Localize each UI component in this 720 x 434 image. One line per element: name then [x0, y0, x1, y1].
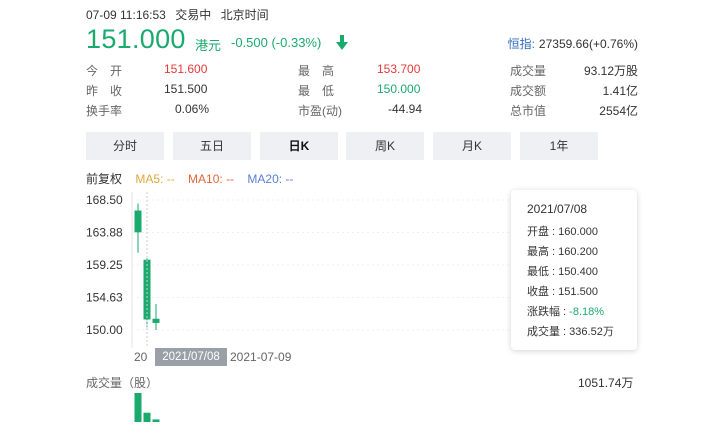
stat-row: 今 开 151.600 最 高 153.700 成交量 93.12万股: [86, 60, 638, 80]
timezone: 北京时间: [220, 8, 269, 22]
header-meta: 07-09 11:16:53 交易中 北京时间: [86, 6, 275, 23]
open-label: 今 开: [86, 64, 123, 78]
high-value: 153.700: [377, 62, 421, 76]
tooltip-change: 涨跌幅 : -8.18%: [527, 302, 621, 322]
period-tabs: 分时 五日 日K 周K 月K 1年: [86, 132, 598, 160]
volume-value: 93.12万股: [583, 64, 638, 78]
tooltip-open: 开盘 : 160.000: [527, 226, 598, 238]
turnover-rate-value: 0.06%: [175, 102, 210, 116]
tooltip-close: 收盘 : 151.500: [527, 286, 598, 298]
tooltip-date: 2021/07/08: [527, 202, 588, 216]
low-value: 150.000: [377, 82, 421, 96]
index-value: 27359.66(+0.76%): [538, 37, 638, 51]
hsi-index[interactable]: 恒指: 27359.66(+0.76%): [508, 35, 638, 52]
price-change: -0.500 (-0.33%): [231, 35, 322, 50]
open-value: 151.600: [164, 62, 208, 76]
down-arrow-icon: [336, 35, 348, 50]
turnover-value: 1.41亿: [602, 84, 638, 98]
pe-label: 市盈(动): [298, 104, 342, 118]
low-label: 最 低: [298, 84, 335, 98]
crosshair-date-label: 2021/07/08: [155, 348, 227, 366]
ma-legend: 前复权 MA5: -- MA10: -- MA20: --: [86, 170, 303, 187]
candle-body: [134, 210, 142, 233]
tooltip-volume: 成交量 : 336.52万: [527, 326, 614, 338]
y-tick-label: 168.50: [86, 193, 123, 207]
datetime: 07-09 11:16:53: [86, 8, 166, 22]
ma10-legend: MA10: --: [188, 172, 235, 186]
volume-bar: [152, 419, 160, 422]
ma5-legend: MA5: --: [135, 172, 175, 186]
volume-bar: [143, 412, 151, 422]
candle-body: [152, 318, 160, 323]
tooltip-high: 最高 : 160.200: [527, 246, 598, 258]
tab-one-year[interactable]: 1年: [520, 132, 598, 160]
turnover-label: 成交额: [510, 84, 547, 98]
prev-close-value: 151.500: [164, 82, 208, 96]
y-tick-label: 154.63: [86, 290, 123, 304]
volume-bar: [134, 393, 142, 422]
stat-row: 昨 收 151.500 最 低 150.000 成交额 1.41亿: [86, 80, 638, 100]
tab-daily-k[interactable]: 日K: [260, 132, 338, 160]
stats-grid: 今 开 151.600 最 高 153.700 成交量 93.12万股 昨 收 …: [86, 60, 638, 120]
current-price: 151.000: [86, 24, 186, 54]
stat-row: 换手率 0.06% 市盈(动) -44.94 总市值 2554亿: [86, 100, 638, 120]
pe-value: -44.94: [388, 102, 423, 116]
index-name[interactable]: 恒指:: [508, 37, 535, 51]
currency: 港元: [195, 38, 222, 53]
y-tick-label: 159.25: [86, 258, 123, 272]
y-tick-label: 163.88: [86, 225, 123, 239]
tab-weekly-k[interactable]: 周K: [346, 132, 424, 160]
tooltip-change-label: 涨跌幅 :: [527, 306, 570, 318]
volume-max-label: 1051.74万: [578, 376, 634, 390]
trade-status: 交易中: [175, 8, 212, 22]
high-label: 最 高: [298, 64, 335, 78]
volume-axis-label: 成交量（股）: [86, 376, 159, 390]
ma20-legend: MA20: --: [247, 172, 294, 186]
market-cap-label: 总市值: [510, 104, 547, 118]
tooltip-change-value: -8.18%: [569, 306, 605, 318]
tab-five-day[interactable]: 五日: [173, 132, 251, 160]
tab-monthly-k[interactable]: 月K: [433, 132, 511, 160]
x-tick-label: 2021-07-09: [230, 350, 292, 364]
prev-close-label: 昨 收: [86, 84, 123, 98]
tab-intraday[interactable]: 分时: [86, 132, 164, 160]
price-row: 151.000 港元 -0.500 (-0.33%) 恒指: 27359.66(+…: [86, 24, 638, 56]
candle-tooltip: 2021/07/08 开盘 : 160.000 最高 : 160.200 最低 …: [511, 190, 637, 350]
turnover-rate-label: 换手率: [86, 104, 123, 118]
volume-label: 成交量: [510, 64, 547, 78]
tooltip-low: 最低 : 150.400: [527, 266, 598, 278]
adjust-mode[interactable]: 前复权: [86, 172, 122, 186]
y-tick-label: 150.00: [86, 323, 123, 337]
market-cap-value: 2554亿: [599, 104, 638, 118]
x-tick-label: 20: [134, 350, 148, 364]
